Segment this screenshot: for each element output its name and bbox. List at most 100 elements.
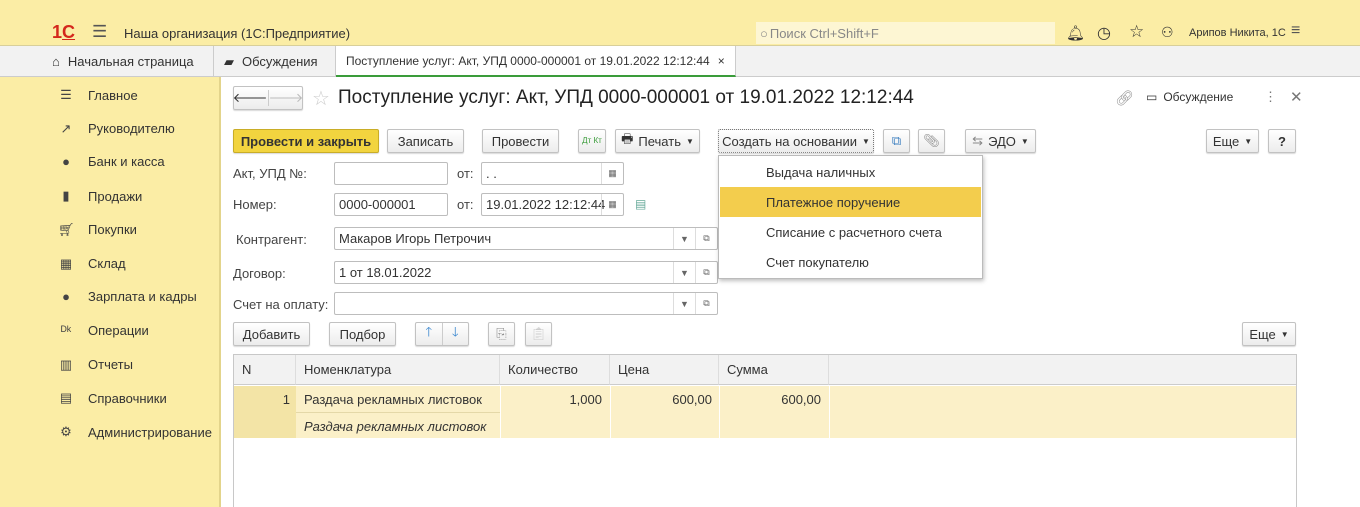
tab-discussions[interactable]: ▰ Обсуждения — [214, 46, 336, 77]
contract-input[interactable]: 1 от 18.01.2022 ▼ ⧉ — [334, 261, 718, 284]
menu-item[interactable]: Списание с расчетного счета — [720, 217, 981, 247]
forward-icon[interactable]: 🡒 — [269, 90, 304, 106]
column-header-item[interactable]: Номенклатура — [296, 355, 500, 385]
invoice-input[interactable]: ▼ ⧉ — [334, 292, 718, 315]
post-and-close-button[interactable]: Провести и закрыть — [233, 129, 379, 153]
favorite-star-icon[interactable]: ☆ — [312, 86, 330, 111]
structure-icon[interactable]: ⧉ — [883, 129, 910, 153]
back-icon[interactable]: 🡐 — [233, 90, 269, 106]
cell-sum[interactable]: 600,00 — [719, 392, 821, 407]
open-icon[interactable]: ⧉ — [695, 293, 717, 314]
sidebar-item[interactable]: ● Банк и касса — [58, 154, 164, 169]
menu-item[interactable]: Платежное поручение — [720, 187, 981, 217]
column-header-n[interactable]: N — [234, 355, 296, 385]
sidebar-item[interactable]: ▦ Склад — [58, 256, 126, 272]
more-label: Еще — [1212, 133, 1240, 149]
tab-document[interactable]: Поступление услуг: Акт, УПД 0000-000001 … — [336, 46, 736, 77]
counterparty-label: Контрагент: — [236, 232, 307, 247]
page-title: Поступление услуг: Акт, УПД 0000-000001 … — [338, 87, 914, 108]
discussion-button[interactable]: ▭ Обсуждение — [1146, 90, 1233, 104]
copy-icon[interactable]: ⎘ — [488, 322, 515, 346]
chevron-down-icon: ▼ — [685, 136, 694, 146]
move-up-icon[interactable]: 🡑 — [416, 323, 443, 345]
sidebar-item[interactable]: ▤ Справочники — [58, 390, 167, 406]
dropdown-icon[interactable]: ▼ — [673, 293, 695, 314]
column-header-sum[interactable]: Сумма — [719, 355, 829, 385]
more-button[interactable]: Еще ▼ — [1206, 129, 1259, 153]
create-based-on-menu: Выдача наличных Платежное поручение Списан… — [718, 155, 983, 279]
attachment-icon[interactable]: 📎︎ — [918, 129, 945, 153]
column-header-qty[interactable]: Количество — [500, 355, 610, 385]
menu-item[interactable]: Выдача наличных — [720, 157, 981, 187]
counterparty-value: Макаров Игорь Петрочич — [339, 231, 492, 246]
sidebar-item[interactable]: ● Зарплата и кадры — [58, 289, 197, 304]
menu-item[interactable]: Счет покупателю — [720, 247, 981, 277]
dt-kt-button[interactable]: Дт Кт — [578, 129, 606, 153]
users-icon[interactable]: ⚇ — [1161, 24, 1174, 41]
open-icon[interactable]: ⧉ — [695, 262, 717, 283]
search-input[interactable]: ○ Поиск Ctrl+Shift+F — [756, 22, 1055, 44]
cart-icon: 🛒︎ — [58, 221, 75, 237]
print-button[interactable]: 🖶 Печать ▼ — [615, 129, 700, 153]
contract-value: 1 от 18.01.2022 — [339, 265, 432, 280]
column-header-price[interactable]: Цена — [610, 355, 719, 385]
cell-item-desc[interactable]: Раздача рекламных листовок — [304, 419, 486, 434]
sidebar-item[interactable]: ᴰᵏ Операции — [58, 323, 149, 338]
invoice-label: Счет на оплату: — [233, 297, 329, 312]
divider — [829, 386, 830, 438]
calendar-icon[interactable]: ▦ — [601, 163, 623, 184]
edo-label: ЭДО — [988, 133, 1016, 149]
number-input[interactable]: 0000-000001 — [334, 193, 448, 216]
from-label: от: — [457, 197, 474, 212]
move-down-icon[interactable]: 🡓 — [443, 323, 469, 345]
sidebar-item[interactable]: ☰ Главное — [58, 87, 138, 103]
user-name[interactable]: Арипов Никита, 1С — [1189, 27, 1286, 39]
sidebar-item[interactable]: ▮ Продажи — [58, 188, 142, 204]
close-form-icon[interactable]: ✕ — [1290, 88, 1303, 106]
table-row[interactable]: 1 Раздача рекламных листовок Раздача рек… — [234, 386, 1296, 438]
close-icon[interactable]: × — [718, 54, 725, 68]
add-button[interactable]: Добавить — [233, 322, 310, 346]
post-button[interactable]: Провести — [482, 129, 559, 153]
paste-icon[interactable]: 📋︎ — [525, 322, 552, 346]
help-button[interactable]: ? — [1268, 129, 1296, 153]
sidebar-item[interactable]: 🛒︎ Покупки — [58, 222, 137, 238]
table-more-button[interactable]: Еще ▼ — [1242, 322, 1296, 346]
calendar-icon[interactable]: ▦ — [601, 194, 623, 215]
edo-button[interactable]: ⇆ ЭДО ▼ — [965, 129, 1036, 153]
act-number-input[interactable] — [334, 162, 448, 185]
star-icon[interactable]: ☆ — [1129, 22, 1144, 42]
cell-qty[interactable]: 1,000 — [500, 392, 602, 407]
sidebar-item-label: Склад — [88, 256, 126, 271]
hamburger-icon[interactable]: ☰ — [92, 22, 107, 42]
tab-home[interactable]: ⌂ Начальная страница — [42, 46, 214, 77]
1c-logo[interactable]: 1С — [52, 22, 75, 43]
sidebar-item[interactable]: ▥ Отчеты — [58, 357, 133, 373]
tab-label: Начальная страница — [67, 54, 194, 69]
comment-icon[interactable]: ▤ — [635, 197, 646, 211]
history-icon[interactable]: ◷ — [1097, 23, 1111, 43]
cell-item[interactable]: Раздача рекламных листовок — [304, 392, 482, 407]
chevron-down-icon: ▼ — [1244, 136, 1253, 146]
open-icon[interactable]: ⧉ — [695, 228, 717, 249]
counterparty-input[interactable]: Макаров Игорь Петрочич ▼ ⧉ — [334, 227, 718, 250]
save-button[interactable]: Записать — [387, 129, 464, 153]
cell-price[interactable]: 600,00 — [610, 392, 712, 407]
date-input[interactable]: 19.01.2022 12:12:44 ▦ — [481, 193, 624, 216]
home-icon: ⌂ — [52, 54, 60, 69]
dropdown-icon[interactable]: ▼ — [673, 228, 695, 249]
more-vertical-icon[interactable]: ⋮ — [1264, 89, 1277, 105]
sidebar-item[interactable]: ↗ Руководителю — [58, 121, 175, 137]
pick-button[interactable]: Подбор — [329, 322, 396, 346]
settings-menu-icon[interactable]: ≡ — [1291, 22, 1300, 40]
bell-icon[interactable]: 🔔︎ — [1066, 24, 1085, 42]
sidebar-item-label: Администрирование — [88, 424, 212, 440]
dropdown-icon[interactable]: ▼ — [673, 262, 695, 283]
create-based-on-button[interactable]: Создать на основании ▼ — [718, 129, 874, 153]
sidebar-item-label: Отчеты — [88, 357, 133, 373]
sidebar-item-label: Покупки — [88, 222, 137, 238]
more-label: Еще — [1249, 326, 1276, 342]
link-icon[interactable]: 🔗︎ — [1115, 89, 1134, 107]
act-date-input[interactable]: . . ▦ — [481, 162, 624, 185]
sidebar-item[interactable]: ⚙ Администрирование — [58, 424, 212, 440]
